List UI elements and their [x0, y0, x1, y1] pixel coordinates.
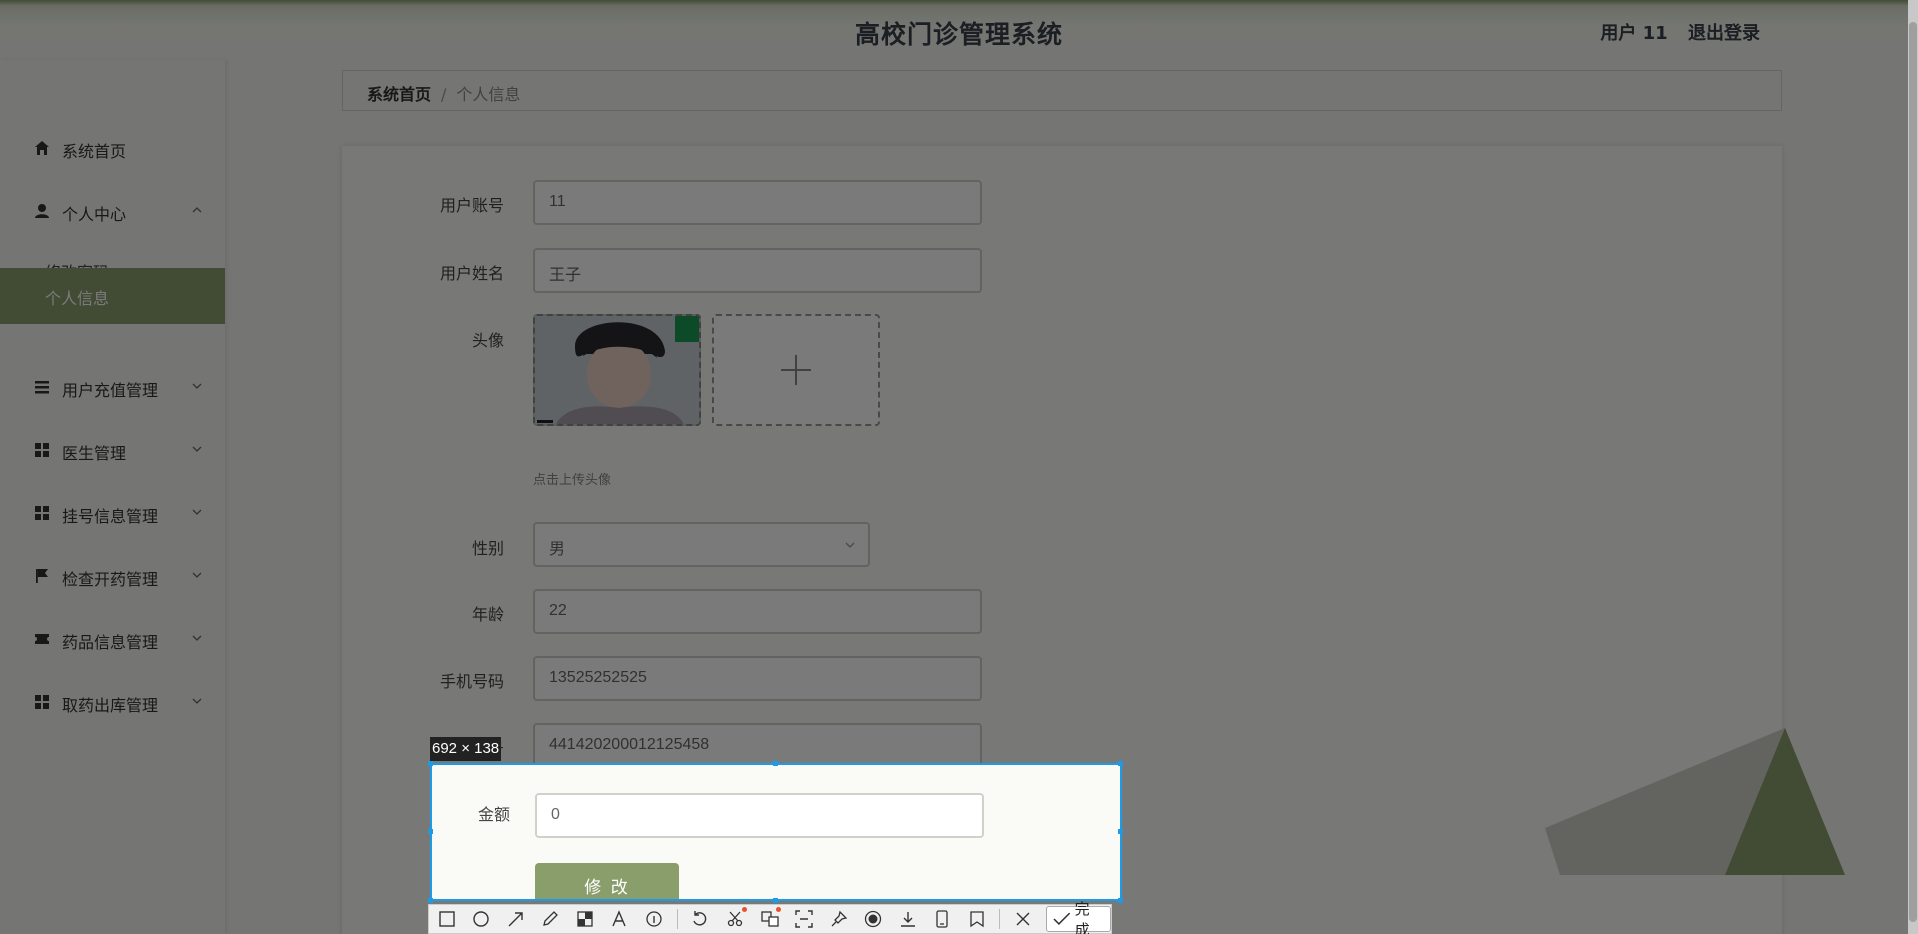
- chevron-down-icon: [192, 572, 202, 578]
- sidebar-item-label: 用户充值管理: [62, 381, 159, 400]
- chevron-down-icon: [192, 383, 202, 389]
- chevron-down-icon: [192, 635, 202, 641]
- ellipse-tool-icon[interactable]: [470, 907, 494, 931]
- flag-icon: [36, 569, 48, 583]
- selection-size-label: 692 × 138: [430, 737, 502, 761]
- grid-icon: [35, 443, 49, 457]
- undo-icon[interactable]: [689, 907, 713, 931]
- scrollbar-thumb[interactable]: [1909, 22, 1917, 922]
- name-field[interactable]: 王子: [533, 248, 982, 293]
- plus-icon: [781, 355, 811, 385]
- sidebar-item-label: 个人信息: [45, 289, 110, 308]
- sidebar-item-label: 挂号信息管理: [62, 507, 159, 526]
- sidebar-item-recharge[interactable]: 用户充值管理: [0, 357, 225, 419]
- avatar-photo-icon: [535, 316, 699, 424]
- chevron-down-icon: [192, 446, 202, 452]
- sidebar-item-home[interactable]: 系统首页: [0, 118, 225, 180]
- gender-label: 性别: [471, 539, 504, 558]
- submit-button[interactable]: 修 改: [535, 863, 679, 899]
- breadcrumb: 系统首页 / 个人信息: [342, 70, 1782, 111]
- text-tool-icon[interactable]: [608, 907, 632, 931]
- pen-tool-icon[interactable]: [539, 907, 563, 931]
- current-user: 用户 11: [1600, 23, 1668, 44]
- sidebar-item-label: 个人中心: [62, 205, 127, 224]
- grid-icon: [35, 695, 49, 709]
- selection-handle[interactable]: [773, 898, 778, 903]
- user-area: 用户 11 退出登录: [1600, 19, 1760, 45]
- decorative-shape: [1545, 728, 1845, 875]
- sidebar-item-label: 医生管理: [62, 444, 127, 463]
- sidebar-item-dispensing[interactable]: 取药出库管理: [0, 672, 225, 734]
- toolbar-separator: [999, 909, 1001, 929]
- long-screenshot-icon[interactable]: [723, 907, 747, 931]
- translate-icon[interactable]: [758, 907, 782, 931]
- sidebar: 系统首页 个人中心 修改密码 个人信息 用户充值管理 医生管理 挂号信息管理 检…: [0, 60, 225, 934]
- sidebar-item-prescriptions[interactable]: 检查开药管理: [0, 546, 225, 608]
- sidebar-item-personal-center[interactable]: 个人中心: [0, 181, 225, 243]
- pin-icon[interactable]: [827, 907, 851, 931]
- selection-handle[interactable]: [428, 898, 433, 903]
- sidebar-item-label: 系统首页: [62, 142, 127, 161]
- chevron-up-icon: [192, 207, 202, 213]
- record-icon[interactable]: [861, 907, 885, 931]
- idcard-field[interactable]: 441420200012125458: [533, 723, 982, 768]
- sidebar-item-label: 药品信息管理: [62, 633, 159, 652]
- cancel-icon[interactable]: [1011, 907, 1035, 931]
- selection-handle[interactable]: [773, 761, 778, 766]
- phone-send-icon[interactable]: [930, 907, 954, 931]
- screenshot-toolbar: 完成: [428, 900, 1112, 934]
- done-button[interactable]: 完成: [1046, 900, 1111, 934]
- age-label: 年龄: [471, 605, 504, 624]
- breadcrumb-home[interactable]: 系统首页: [367, 85, 431, 104]
- logout-link[interactable]: 退出登录: [1688, 23, 1760, 44]
- mosaic-tool-icon[interactable]: [573, 907, 597, 931]
- sidebar-item-doctors[interactable]: 医生管理: [0, 420, 225, 482]
- toolbar-separator: [676, 909, 678, 929]
- sidebar-item-label: 取药出库管理: [62, 696, 159, 715]
- gender-select[interactable]: 男: [533, 522, 870, 567]
- home-icon: [35, 141, 49, 155]
- selection-handle[interactable]: [428, 761, 433, 766]
- breadcrumb-separator: /: [441, 85, 447, 104]
- arrow-tool-icon[interactable]: [504, 907, 528, 931]
- phone-label: 手机号码: [439, 672, 504, 691]
- account-label: 用户账号: [439, 196, 504, 215]
- selection-handle[interactable]: [1118, 761, 1123, 766]
- check-icon: [1053, 912, 1071, 926]
- gender-value: 男: [549, 539, 566, 558]
- selection-handle[interactable]: [1118, 829, 1123, 834]
- avatar-image[interactable]: [533, 314, 701, 426]
- user-icon: [35, 204, 49, 218]
- app-header: 高校门诊管理系统 用户 11 退出登录: [0, 0, 1918, 70]
- rectangle-tool-icon[interactable]: [435, 907, 459, 931]
- selection-handle[interactable]: [1118, 898, 1123, 903]
- avatar-hint: 点击上传头像: [533, 473, 612, 488]
- sidebar-item-personal-info[interactable]: 个人信息: [0, 268, 225, 324]
- download-icon[interactable]: [896, 907, 920, 931]
- name-label: 用户姓名: [439, 264, 504, 283]
- screenshot-selection[interactable]: 金额 0 修 改: [430, 763, 1122, 901]
- chevron-down-icon: [845, 542, 855, 548]
- account-field[interactable]: 11: [533, 180, 982, 225]
- age-field[interactable]: 22: [533, 589, 982, 634]
- bookmark-icon[interactable]: [965, 907, 989, 931]
- breadcrumb-current: 个人信息: [456, 85, 521, 104]
- list-icon: [35, 381, 49, 394]
- avatar-label: 头像: [471, 331, 504, 350]
- chevron-down-icon: [192, 509, 202, 515]
- chevron-down-icon: [192, 698, 202, 704]
- selection-handle[interactable]: [428, 829, 433, 834]
- sidebar-item-registration[interactable]: 挂号信息管理: [0, 483, 225, 545]
- amount-field[interactable]: 0: [535, 793, 984, 838]
- ticket-icon: [35, 634, 49, 644]
- sidebar-item-medicines[interactable]: 药品信息管理: [0, 609, 225, 671]
- amount-label: 金额: [477, 805, 510, 824]
- sidebar-item-label: 检查开药管理: [62, 570, 159, 589]
- avatar-upload-button[interactable]: [712, 314, 880, 426]
- done-label: 完成: [1074, 900, 1090, 934]
- grid-icon: [35, 506, 49, 520]
- number-tool-icon[interactable]: [642, 907, 666, 931]
- phone-field[interactable]: 13525252525: [533, 656, 982, 701]
- ocr-icon[interactable]: [792, 907, 816, 931]
